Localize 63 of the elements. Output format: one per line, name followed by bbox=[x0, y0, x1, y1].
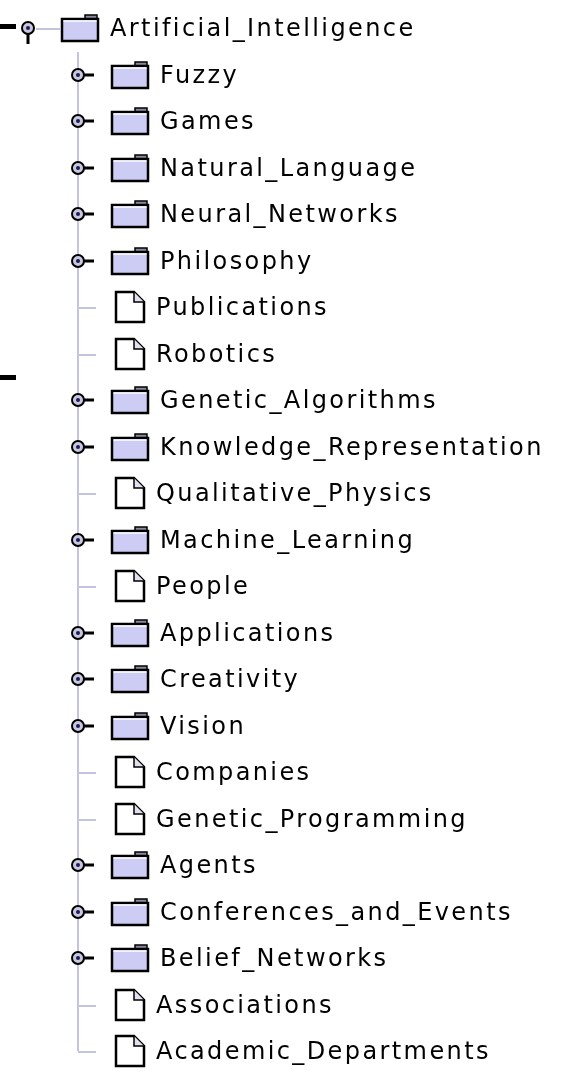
node-label[interactable]: People bbox=[156, 568, 251, 605]
expand-handle-icon[interactable] bbox=[70, 113, 94, 130]
file-icon bbox=[114, 1034, 146, 1069]
expand-handle-icon[interactable] bbox=[70, 159, 94, 176]
folder-icon bbox=[110, 431, 150, 462]
expand-handle-icon[interactable] bbox=[70, 903, 94, 920]
node-label[interactable]: Conferences_and_Events bbox=[160, 893, 513, 930]
expand-handle-icon[interactable] bbox=[70, 671, 94, 688]
tree-line-mark bbox=[0, 24, 16, 29]
file-icon bbox=[114, 801, 146, 836]
file-icon bbox=[114, 336, 146, 371]
node-label[interactable]: Knowledge_Representation bbox=[160, 428, 544, 465]
file-icon bbox=[114, 987, 146, 1022]
node-label[interactable]: Agents bbox=[160, 847, 258, 884]
folder-icon bbox=[110, 943, 150, 974]
expand-handle-icon[interactable] bbox=[70, 717, 94, 734]
node-label[interactable]: Robotics bbox=[156, 335, 278, 372]
tree-line-mark bbox=[0, 375, 16, 380]
expand-handle-icon[interactable] bbox=[70, 950, 94, 967]
folder-icon bbox=[110, 896, 150, 927]
node-label[interactable]: Philosophy bbox=[160, 242, 314, 279]
expand-handle-icon[interactable] bbox=[70, 392, 94, 409]
node-label[interactable]: Vision bbox=[160, 707, 247, 744]
folder-icon bbox=[60, 13, 100, 44]
node-label[interactable]: Genetic_Programming bbox=[156, 800, 468, 837]
node-label[interactable]: Genetic_Algorithms bbox=[160, 382, 438, 419]
folder-icon bbox=[110, 617, 150, 648]
folder-icon bbox=[110, 850, 150, 881]
folder-icon bbox=[110, 59, 150, 90]
expand-handle-icon[interactable] bbox=[70, 206, 94, 223]
node-label[interactable]: Companies bbox=[156, 754, 312, 791]
file-icon bbox=[114, 476, 146, 511]
node-label[interactable]: Applications bbox=[160, 614, 336, 651]
folder-icon bbox=[110, 710, 150, 741]
folder-icon bbox=[110, 106, 150, 137]
collapse-handle-icon[interactable] bbox=[20, 20, 36, 44]
node-label[interactable]: Qualitative_Physics bbox=[156, 475, 434, 512]
expand-handle-icon[interactable] bbox=[70, 438, 94, 455]
node-label[interactable]: Neural_Networks bbox=[160, 196, 400, 233]
expand-handle-icon[interactable] bbox=[70, 857, 94, 874]
folder-icon bbox=[110, 385, 150, 416]
expand-handle-icon[interactable] bbox=[70, 66, 94, 83]
node-label[interactable]: Associations bbox=[156, 986, 334, 1023]
node-label[interactable]: Academic_Departments bbox=[156, 1033, 491, 1070]
file-icon bbox=[114, 755, 146, 790]
expand-handle-icon[interactable] bbox=[70, 624, 94, 641]
node-label[interactable]: Creativity bbox=[160, 661, 301, 698]
file-icon bbox=[114, 290, 146, 325]
node-label[interactable]: Machine_Learning bbox=[160, 521, 416, 558]
node-label[interactable]: Games bbox=[160, 103, 256, 140]
folder-icon bbox=[110, 152, 150, 183]
node-label[interactable]: Belief_Networks bbox=[160, 940, 389, 977]
expand-handle-icon[interactable] bbox=[70, 252, 94, 269]
file-icon bbox=[114, 569, 146, 604]
node-label[interactable]: Publications bbox=[156, 289, 329, 326]
folder-icon bbox=[110, 664, 150, 695]
folder-icon bbox=[110, 199, 150, 230]
node-label[interactable]: Artificial_Intelligence bbox=[110, 10, 416, 47]
folder-icon bbox=[110, 524, 150, 555]
folder-icon bbox=[110, 245, 150, 276]
expand-handle-icon[interactable] bbox=[70, 531, 94, 548]
node-label[interactable]: Natural_Language bbox=[160, 149, 418, 186]
node-label[interactable]: Fuzzy bbox=[160, 56, 240, 93]
